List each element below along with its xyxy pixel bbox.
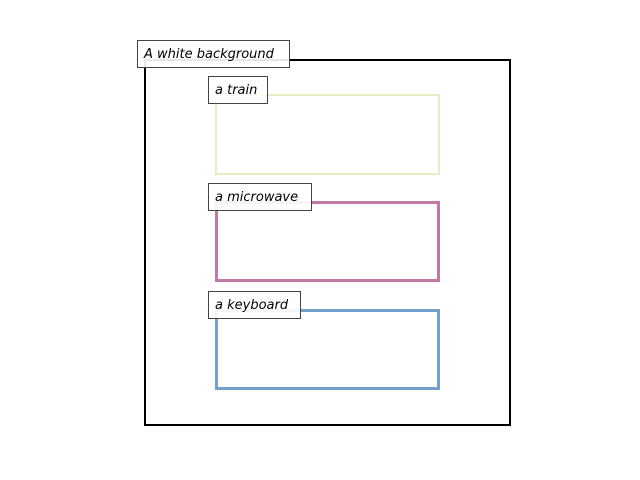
keyboard-label: a keyboard bbox=[208, 291, 301, 319]
keyboard-bounding-box bbox=[215, 309, 440, 390]
train-bounding-box bbox=[215, 94, 440, 175]
microwave-bounding-box bbox=[215, 201, 440, 282]
layout-canvas: A white background a train a microwave a… bbox=[0, 0, 640, 480]
train-label: a train bbox=[208, 76, 268, 104]
background-label: A white background bbox=[137, 40, 290, 68]
microwave-label: a microwave bbox=[208, 183, 312, 211]
